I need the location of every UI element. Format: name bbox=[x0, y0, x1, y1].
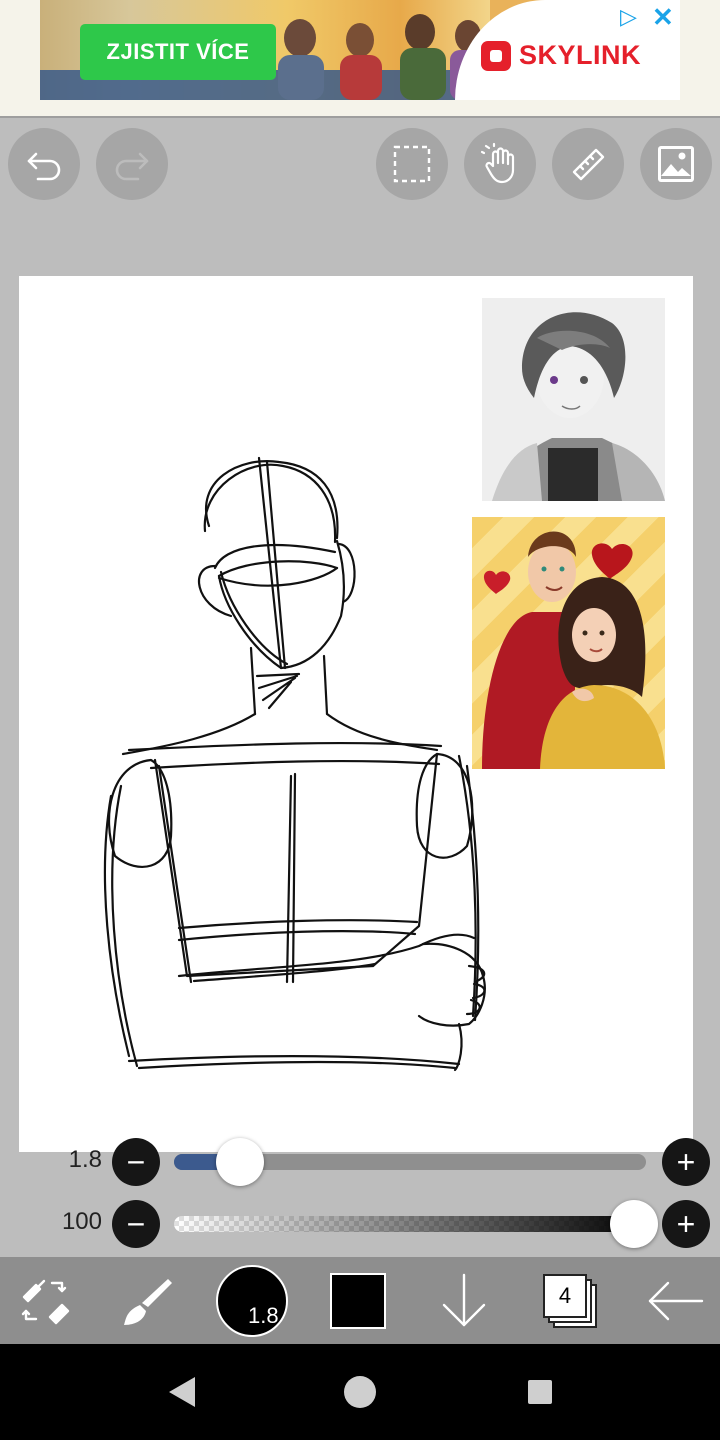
nav-home-button[interactable] bbox=[340, 1374, 380, 1410]
layers-button[interactable]: 4 bbox=[540, 1257, 600, 1344]
plus-icon: + bbox=[676, 1144, 696, 1180]
triangle-back-icon bbox=[169, 1377, 195, 1407]
brush-size-value: 1.8 bbox=[68, 1146, 102, 1173]
circle-home-icon bbox=[344, 1376, 376, 1408]
opacity-increase-button[interactable]: + bbox=[662, 1200, 710, 1248]
brush-eraser-swap-icon bbox=[21, 1279, 70, 1324]
image-button[interactable] bbox=[640, 128, 712, 200]
adchoices-icon[interactable]: ▷ bbox=[620, 4, 637, 30]
minus-icon: − bbox=[126, 1206, 146, 1242]
image-icon bbox=[658, 146, 694, 182]
brush-tool-button[interactable] bbox=[114, 1257, 178, 1344]
layers-icon: 4 bbox=[543, 1273, 597, 1328]
bottom-toolbar: 1.8 4 bbox=[0, 1257, 720, 1344]
opacity-track[interactable] bbox=[174, 1216, 646, 1232]
size-decrease-button[interactable]: − bbox=[112, 1138, 160, 1186]
system-navigation-bar bbox=[0, 1344, 720, 1440]
brush-size-slider-row: 1.8 − + bbox=[0, 1134, 720, 1190]
back-button[interactable] bbox=[644, 1257, 708, 1344]
ad-brand-logo[interactable]: SKYLINK bbox=[481, 40, 641, 71]
opacity-decrease-button[interactable]: − bbox=[112, 1200, 160, 1248]
hand-icon bbox=[480, 142, 515, 184]
nav-recents-button[interactable] bbox=[520, 1374, 560, 1410]
portrait-illustration bbox=[482, 298, 665, 501]
square-recents-icon bbox=[528, 1380, 552, 1404]
brush-settings-button[interactable]: 1.8 bbox=[214, 1257, 290, 1344]
color-picker-button[interactable] bbox=[328, 1257, 388, 1344]
couple-illustration bbox=[482, 531, 665, 769]
undo-button[interactable] bbox=[8, 128, 80, 200]
opacity-value: 100 bbox=[61, 1208, 102, 1235]
ad-banner-strip: ZJISTIT VÍCE SKYLINK ▷ ✕ bbox=[0, 0, 720, 118]
hand-tool-button[interactable] bbox=[464, 128, 536, 200]
brush-preview: 1.8 bbox=[216, 1264, 288, 1337]
layer-count: 4 bbox=[558, 1282, 572, 1308]
size-increase-button[interactable]: + bbox=[662, 1138, 710, 1186]
brush-eraser-swap-button[interactable] bbox=[12, 1257, 76, 1344]
arrow-down-icon bbox=[442, 1273, 486, 1326]
arrow-left-icon bbox=[648, 1281, 704, 1320]
minus-icon: − bbox=[126, 1144, 146, 1180]
brush-size-thumb[interactable] bbox=[215, 1138, 264, 1186]
ruler-button[interactable] bbox=[552, 128, 624, 200]
nav-back-button[interactable] bbox=[162, 1374, 202, 1410]
ruler-icon bbox=[572, 148, 605, 181]
drawing-canvas[interactable] bbox=[19, 276, 693, 1152]
ad-cta-button[interactable]: ZJISTIT VÍCE bbox=[80, 24, 276, 80]
download-button[interactable] bbox=[434, 1257, 494, 1344]
reference-image-portrait[interactable] bbox=[482, 298, 665, 501]
opacity-slider-row: 100 − + bbox=[0, 1196, 720, 1252]
ad-photo-people bbox=[278, 14, 490, 100]
plus-icon: + bbox=[676, 1206, 696, 1242]
brush-icon bbox=[124, 1278, 172, 1325]
selection-button[interactable] bbox=[376, 128, 448, 200]
brush-size-label: 1.8 bbox=[248, 1302, 279, 1328]
ad-banner[interactable]: ZJISTIT VÍCE SKYLINK ▷ ✕ bbox=[40, 0, 680, 100]
opacity-thumb[interactable] bbox=[610, 1200, 658, 1248]
brand-name: SKYLINK bbox=[519, 40, 642, 70]
undo-icon bbox=[27, 152, 61, 181]
reference-image-couple[interactable] bbox=[472, 517, 665, 769]
redo-button[interactable] bbox=[96, 128, 168, 200]
brand-logo-icon bbox=[481, 40, 511, 71]
redo-icon bbox=[115, 152, 149, 181]
close-icon[interactable]: ✕ bbox=[652, 2, 674, 33]
current-color-swatch bbox=[330, 1272, 386, 1329]
selection-icon bbox=[393, 145, 431, 183]
